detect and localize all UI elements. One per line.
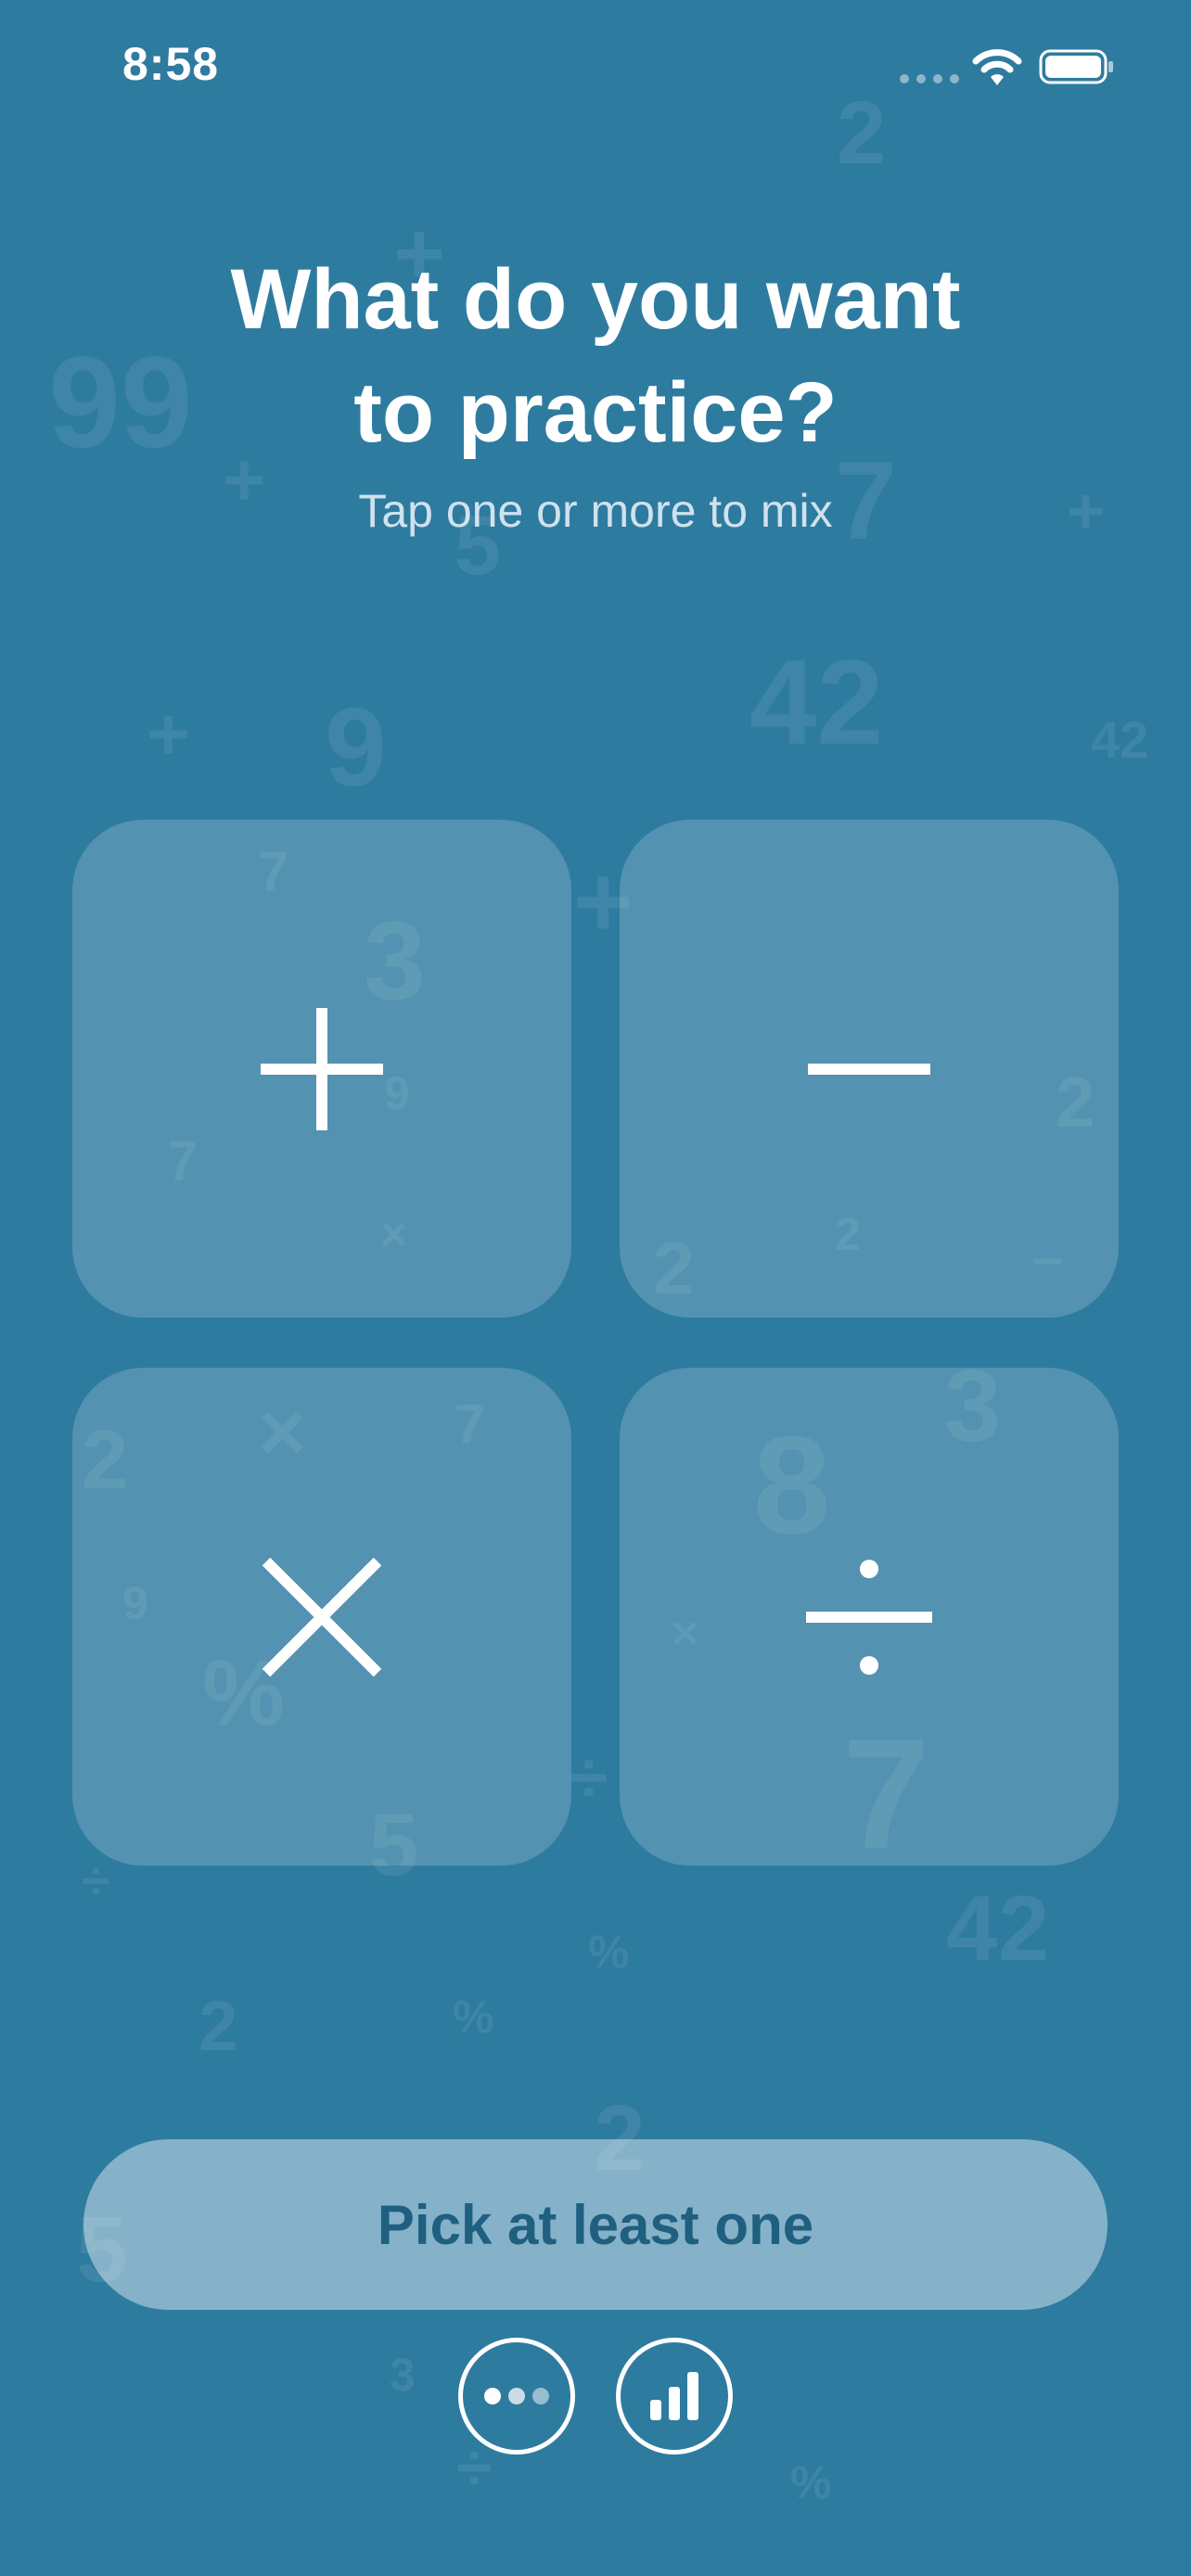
bg-glyph: 42 [749,634,884,770]
multiply-icon [262,1557,382,1677]
operation-grid [72,820,1119,1866]
stats-button[interactable] [616,2338,733,2455]
bg-glyph: 42 [1091,710,1149,769]
divide-icon [806,1559,932,1675]
subtraction-card[interactable] [620,820,1119,1318]
battery-icon [1039,49,1113,84]
status-bar: 8:58 [0,0,1191,139]
bg-glyph: 9 [325,685,387,810]
bg-glyph: + [147,693,190,775]
plus-icon [261,1007,383,1130]
bg-glyph: 42 [946,1877,1050,1981]
multiplication-card[interactable] [72,1368,571,1866]
bg-glyph: % [453,1991,494,2043]
bg-glyph: 3 [390,2349,416,2401]
start-practice-button[interactable]: Pick at least one [83,2139,1108,2310]
page-title: What do you want to practice? [230,252,961,460]
bg-glyph: % [790,2456,832,2508]
division-card[interactable] [620,1368,1119,1866]
more-options-button[interactable] [458,2338,575,2455]
status-time: 8:58 [122,38,220,90]
bg-glyph: 2 [198,1987,238,2066]
cellular-signal-icon [900,74,959,85]
minus-icon [808,1063,930,1075]
stats-icon [650,2372,698,2420]
page-subtitle: Tap one or more to mix [358,485,833,537]
more-icon [484,2388,549,2404]
bg-glyph: % [588,1926,630,1978]
addition-card[interactable] [72,820,571,1318]
wifi-icon [972,49,1022,85]
